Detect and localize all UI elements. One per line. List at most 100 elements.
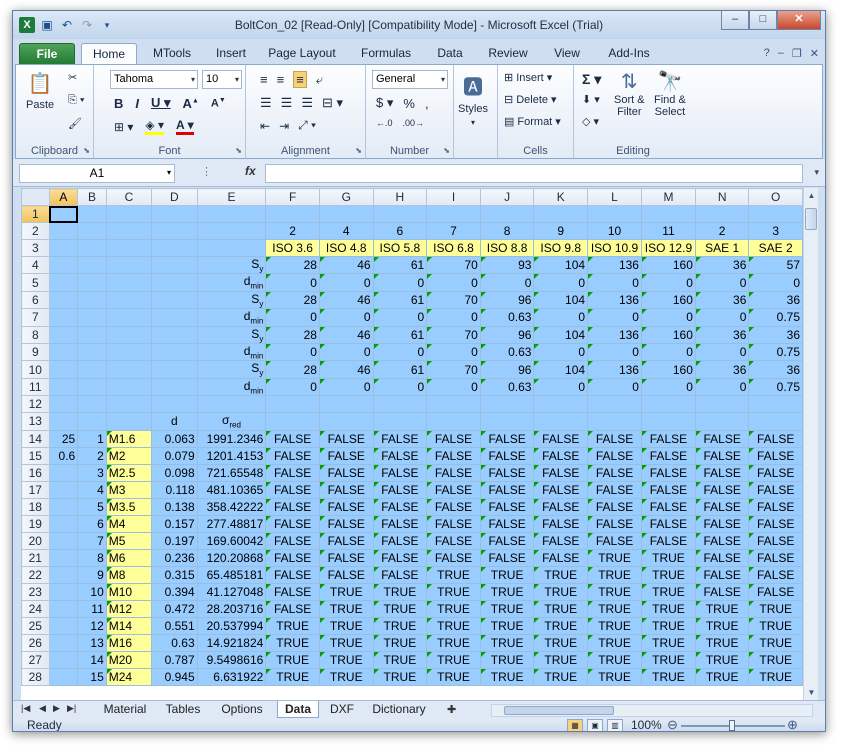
sort-filter-button[interactable]: ⇅ Sort & Filter <box>614 69 645 118</box>
cell[interactable] <box>265 412 320 431</box>
grade-cell[interactable]: 46 <box>318 325 374 344</box>
check-result[interactable]: TRUE <box>533 616 589 635</box>
check-result[interactable]: FALSE <box>640 531 696 550</box>
bolt-index[interactable]: 1 <box>77 429 107 448</box>
bolt-size[interactable]: M3.5 <box>105 497 153 516</box>
bolt-diameter[interactable]: 0.138 <box>151 497 198 516</box>
increase-decimal-icon[interactable]: ←.0 <box>376 118 393 128</box>
zoom-out-icon[interactable]: ⊖ <box>667 717 678 731</box>
grade-cell[interactable]: 0 <box>587 342 642 362</box>
bolt-size[interactable]: M5 <box>105 531 153 550</box>
bolt-size[interactable]: M16 <box>105 633 153 652</box>
bolt-stress[interactable]: 1201.4153 <box>196 446 267 465</box>
grade-cell[interactable]: 104 <box>533 255 589 275</box>
align-right-icon[interactable]: ☰ <box>301 95 313 111</box>
column-header-h[interactable]: H <box>372 188 428 206</box>
check-result[interactable]: FALSE <box>426 531 481 550</box>
column-header-n[interactable]: N <box>694 188 750 206</box>
wrap-text-icon[interactable]: ⤶ <box>316 72 323 88</box>
check-result[interactable]: TRUE <box>587 582 642 601</box>
check-result[interactable]: FALSE <box>533 514 589 533</box>
cell[interactable] <box>77 377 107 397</box>
decrease-decimal-icon[interactable]: .00→ <box>403 118 425 128</box>
grade-cell[interactable]: 0.63 <box>479 377 535 397</box>
check-result[interactable]: FALSE <box>372 548 428 567</box>
grade-cell[interactable]: 0 <box>479 273 535 292</box>
column-header-b[interactable]: B <box>77 188 107 206</box>
check-result[interactable]: TRUE <box>265 667 320 686</box>
grade-cell[interactable]: 0.75 <box>748 377 803 397</box>
font-color-icon[interactable]: A ▾ <box>176 118 194 135</box>
grade-cell[interactable]: 46 <box>318 255 374 275</box>
check-result[interactable]: TRUE <box>640 667 696 686</box>
cell[interactable] <box>48 325 79 344</box>
check-result[interactable]: TRUE <box>426 582 481 601</box>
grade-cell[interactable]: 0 <box>533 377 589 397</box>
fill-color-icon[interactable]: ◈ ▾ <box>145 118 165 135</box>
grade-cell[interactable]: 0.75 <box>748 308 803 327</box>
bolt-diameter[interactable]: 0.787 <box>151 650 198 669</box>
grade-cell[interactable]: 36 <box>694 360 750 379</box>
grade-cell[interactable]: 46 <box>318 360 374 379</box>
prev-sheet-icon[interactable]: ◀ <box>39 703 46 714</box>
cell[interactable] <box>748 395 803 414</box>
tab-review[interactable]: Review <box>483 43 533 64</box>
cell[interactable] <box>105 205 153 223</box>
check-result[interactable]: FALSE <box>479 514 535 533</box>
row-header-25[interactable]: 25 <box>21 616 50 635</box>
bolt-index[interactable]: 12 <box>77 616 107 635</box>
grade-cell[interactable]: 0 <box>640 342 696 362</box>
cell[interactable] <box>105 342 153 362</box>
cell[interactable] <box>48 377 79 397</box>
check-result[interactable]: TRUE <box>640 565 696 584</box>
zoom-level[interactable]: 100% <box>631 718 662 731</box>
check-result[interactable]: FALSE <box>265 548 320 567</box>
check-result[interactable]: FALSE <box>426 429 481 448</box>
check-result[interactable]: FALSE <box>748 497 803 516</box>
grade-cell[interactable]: 61 <box>372 290 428 310</box>
row-header-14[interactable]: 14 <box>21 429 50 448</box>
check-result[interactable]: FALSE <box>694 514 750 533</box>
cell[interactable] <box>105 239 153 257</box>
grade-cell[interactable]: 160 <box>640 360 696 379</box>
check-result[interactable]: FALSE <box>479 531 535 550</box>
bolt-index[interactable]: 11 <box>77 599 107 618</box>
grade-cell[interactable]: 0 <box>372 308 428 327</box>
check-result[interactable]: FALSE <box>479 429 535 448</box>
grade-cell[interactable]: 0 <box>533 342 589 362</box>
align-center-icon[interactable]: ☰ <box>281 95 293 111</box>
check-result[interactable]: FALSE <box>694 446 750 465</box>
bolt-stress[interactable]: 481.10365 <box>196 480 267 499</box>
row-header-10[interactable]: 10 <box>21 360 50 379</box>
check-result[interactable]: FALSE <box>318 446 374 465</box>
maximize-button[interactable]: □ <box>749 11 777 30</box>
cell[interactable] <box>196 239 267 257</box>
row-header-9[interactable]: 9 <box>21 342 50 362</box>
cell[interactable] <box>77 273 107 292</box>
decrease-indent-icon[interactable]: ⇤ <box>260 119 270 133</box>
bolt-stress[interactable]: 1991.2346 <box>196 429 267 448</box>
cell[interactable] <box>105 360 153 379</box>
cell[interactable] <box>105 377 153 397</box>
check-result[interactable]: FALSE <box>694 531 750 550</box>
check-result[interactable]: FALSE <box>748 463 803 482</box>
grade-cell[interactable]: 0.63 <box>479 308 535 327</box>
find-select-button[interactable]: 🔭 Find & Select <box>654 69 686 118</box>
cell[interactable] <box>694 412 750 431</box>
cell[interactable] <box>479 395 535 414</box>
check-result[interactable]: FALSE <box>265 514 320 533</box>
check-result[interactable]: FALSE <box>318 480 374 499</box>
grade-cell[interactable]: 0 <box>426 342 481 362</box>
cell[interactable] <box>77 290 107 310</box>
check-result[interactable]: FALSE <box>265 531 320 550</box>
column-header-k[interactable]: K <box>533 188 589 206</box>
check-result[interactable]: TRUE <box>748 599 803 618</box>
merge-center-icon[interactable]: ⊟ ▾ <box>322 95 343 111</box>
bolt-index[interactable]: 14 <box>77 650 107 669</box>
cell[interactable] <box>318 412 374 431</box>
check-result[interactable]: FALSE <box>426 463 481 482</box>
bolt-diameter[interactable]: 0.551 <box>151 616 198 635</box>
grade-cell[interactable]: 10 <box>587 222 642 240</box>
grade-cell[interactable]: 96 <box>479 325 535 344</box>
grade-cell[interactable]: 0 <box>318 308 374 327</box>
